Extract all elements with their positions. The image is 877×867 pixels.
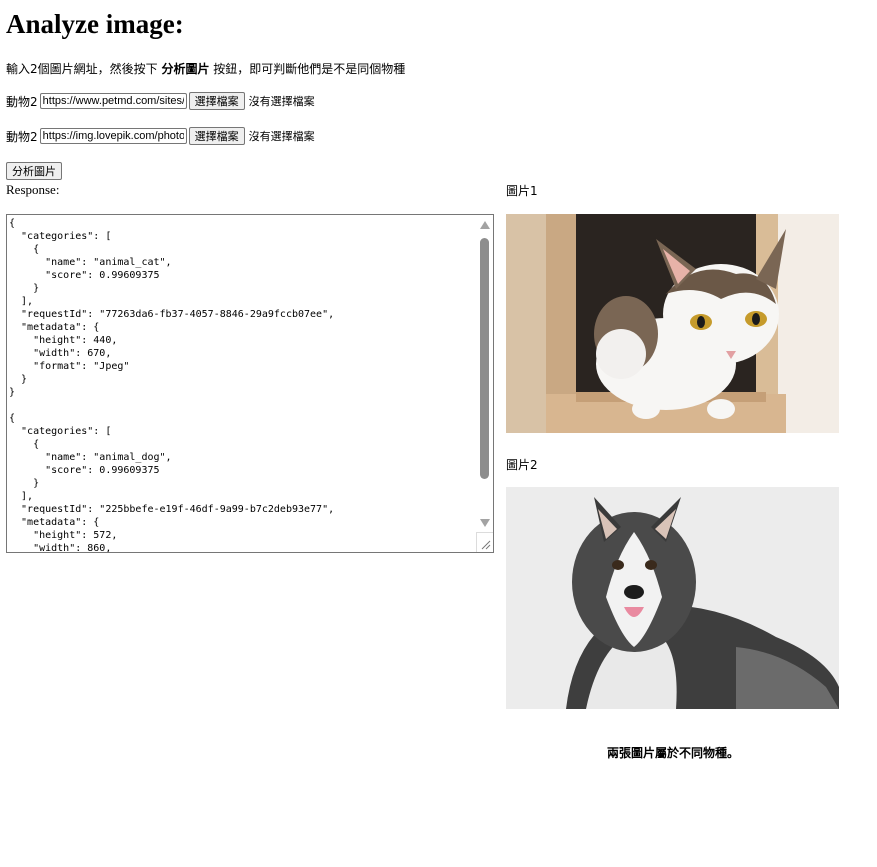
resize-grip-icon	[481, 540, 491, 550]
file-choose-button-1[interactable]: 選擇檔案	[188, 92, 245, 110]
page-title: Analyze image:	[6, 9, 184, 39]
scrollbar-thumb[interactable]	[480, 238, 489, 479]
file-choose-button-2[interactable]: 選擇檔案	[188, 127, 245, 145]
textarea-resize-handle[interactable]	[476, 532, 493, 552]
image-url-label-1: 動物2	[6, 94, 38, 109]
file-status-2: 沒有選擇檔案	[248, 130, 315, 143]
response-text: { "categories": [ { "name": "animal_cat"…	[9, 218, 335, 552]
image-url-row-2: 動物2 選擇檔案 沒有選擇檔案	[6, 126, 315, 146]
file-status-1: 沒有選擇檔案	[248, 95, 315, 108]
cat-photo	[506, 214, 839, 433]
image-url-label-2: 動物2	[6, 129, 38, 144]
instruction-suffix: 按鈕，即可判斷他們是不是同個物種	[209, 62, 406, 76]
instruction-prefix: 輸入2個圖片網址，然後按下	[6, 62, 162, 76]
result-message: 兩張圖片屬於不同物種。	[607, 746, 740, 760]
image-1-preview	[506, 214, 839, 433]
image-1-label: 圖片1	[506, 184, 538, 198]
scroll-down-arrow-icon[interactable]	[480, 519, 490, 527]
image-url-row-1: 動物2 選擇檔案 沒有選擇檔案	[6, 91, 315, 111]
image-url-input-1[interactable]	[39, 93, 187, 109]
response-scrollbar[interactable]	[476, 215, 493, 533]
instruction-bold: 分析圖片	[161, 62, 210, 76]
response-textarea[interactable]: { "categories": [ { "name": "animal_cat"…	[6, 214, 494, 553]
response-label: Response:	[6, 182, 60, 197]
image-2-preview	[506, 487, 839, 709]
dog-photo	[506, 487, 839, 709]
image-url-input-2[interactable]	[39, 128, 187, 144]
image-2-label: 圖片2	[506, 458, 538, 472]
instructions: 輸入2個圖片網址，然後按下 分析圖片 按鈕，即可判斷他們是不是同個物種	[6, 60, 405, 77]
analyze-button[interactable]: 分析圖片	[6, 162, 62, 180]
scroll-up-arrow-icon[interactable]	[480, 221, 490, 229]
